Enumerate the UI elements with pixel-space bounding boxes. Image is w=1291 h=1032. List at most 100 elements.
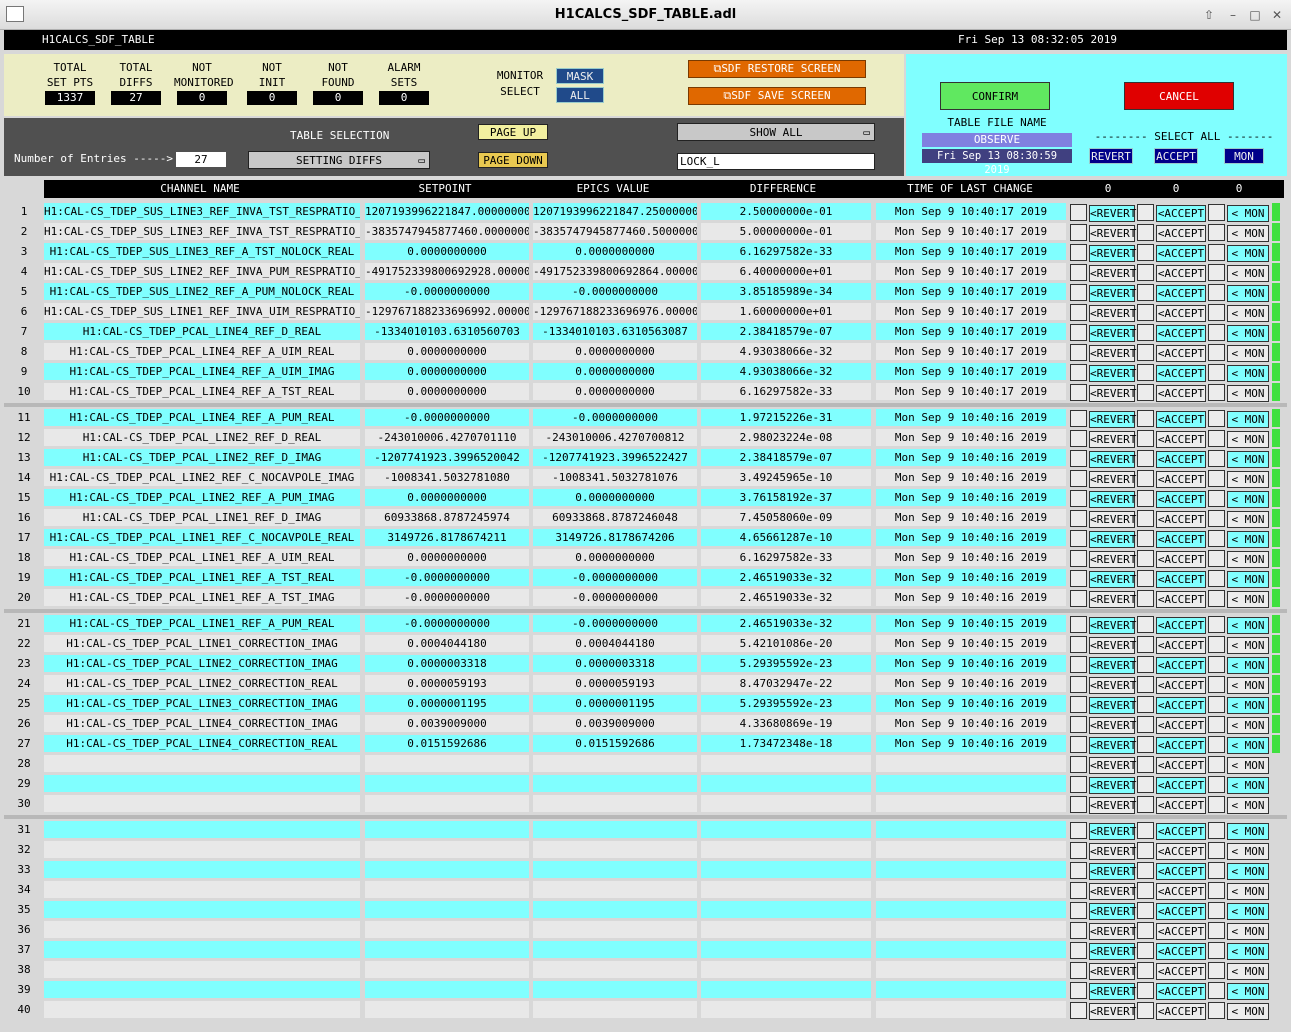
accept-button[interactable]: <ACCEPT: [1156, 617, 1206, 634]
revert-button[interactable]: <REVERT: [1089, 697, 1136, 714]
revert-checkbox[interactable]: [1070, 224, 1087, 241]
accept-button[interactable]: <ACCEPT: [1156, 777, 1206, 794]
accept-button[interactable]: <ACCEPT: [1156, 431, 1206, 448]
mon-button[interactable]: < MON: [1227, 511, 1269, 528]
mon-checkbox[interactable]: [1208, 304, 1225, 321]
revert-button[interactable]: <REVERT: [1089, 225, 1136, 242]
revert-checkbox[interactable]: [1070, 796, 1087, 813]
revert-checkbox[interactable]: [1070, 696, 1087, 713]
revert-button[interactable]: <REVERT: [1089, 843, 1136, 860]
mon-button[interactable]: < MON: [1227, 591, 1269, 608]
shade-window-icon[interactable]: ⇧: [1202, 8, 1216, 22]
mon-checkbox[interactable]: [1208, 470, 1225, 487]
mon-checkbox[interactable]: [1208, 922, 1225, 939]
page-down-button[interactable]: PAGE DOWN: [478, 152, 548, 168]
mon-checkbox[interactable]: [1208, 510, 1225, 527]
revert-button[interactable]: <REVERT: [1089, 591, 1136, 608]
accept-button[interactable]: <ACCEPT: [1156, 245, 1206, 262]
accept-checkbox[interactable]: [1137, 616, 1154, 633]
filter-input[interactable]: LOCK_L: [677, 153, 875, 170]
mon-checkbox[interactable]: [1208, 736, 1225, 753]
accept-checkbox[interactable]: [1137, 822, 1154, 839]
accept-button[interactable]: <ACCEPT: [1156, 677, 1206, 694]
mon-button[interactable]: < MON: [1227, 225, 1269, 242]
revert-button[interactable]: <REVERT: [1089, 491, 1136, 508]
accept-checkbox[interactable]: [1137, 530, 1154, 547]
mon-button[interactable]: < MON: [1227, 923, 1269, 940]
accept-checkbox[interactable]: [1137, 796, 1154, 813]
revert-button[interactable]: <REVERT: [1089, 385, 1136, 402]
revert-checkbox[interactable]: [1070, 942, 1087, 959]
select-all-accept-button[interactable]: ACCEPT: [1154, 148, 1198, 164]
accept-checkbox[interactable]: [1137, 344, 1154, 361]
mon-checkbox[interactable]: [1208, 756, 1225, 773]
mon-checkbox[interactable]: [1208, 450, 1225, 467]
revert-checkbox[interactable]: [1070, 284, 1087, 301]
revert-button[interactable]: <REVERT: [1089, 983, 1136, 1000]
mon-button[interactable]: < MON: [1227, 471, 1269, 488]
maximize-icon[interactable]: □: [1248, 8, 1262, 22]
accept-checkbox[interactable]: [1137, 962, 1154, 979]
mon-button[interactable]: < MON: [1227, 843, 1269, 860]
mon-button[interactable]: < MON: [1227, 411, 1269, 428]
mon-button[interactable]: < MON: [1227, 531, 1269, 548]
accept-button[interactable]: <ACCEPT: [1156, 531, 1206, 548]
accept-button[interactable]: <ACCEPT: [1156, 697, 1206, 714]
all-button[interactable]: ALL: [556, 87, 604, 103]
revert-checkbox[interactable]: [1070, 616, 1087, 633]
revert-checkbox[interactable]: [1070, 490, 1087, 507]
accept-checkbox[interactable]: [1137, 384, 1154, 401]
revert-button[interactable]: <REVERT: [1089, 551, 1136, 568]
mon-button[interactable]: < MON: [1227, 1003, 1269, 1020]
revert-button[interactable]: <REVERT: [1089, 823, 1136, 840]
revert-button[interactable]: <REVERT: [1089, 883, 1136, 900]
revert-button[interactable]: <REVERT: [1089, 411, 1136, 428]
mon-button[interactable]: < MON: [1227, 617, 1269, 634]
revert-button[interactable]: <REVERT: [1089, 285, 1136, 302]
accept-checkbox[interactable]: [1137, 942, 1154, 959]
accept-button[interactable]: <ACCEPT: [1156, 285, 1206, 302]
mon-button[interactable]: < MON: [1227, 963, 1269, 980]
revert-checkbox[interactable]: [1070, 530, 1087, 547]
revert-checkbox[interactable]: [1070, 204, 1087, 221]
close-icon[interactable]: ✕: [1270, 8, 1284, 22]
revert-checkbox[interactable]: [1070, 656, 1087, 673]
mon-button[interactable]: < MON: [1227, 305, 1269, 322]
revert-checkbox[interactable]: [1070, 264, 1087, 281]
mon-checkbox[interactable]: [1208, 530, 1225, 547]
mon-button[interactable]: < MON: [1227, 551, 1269, 568]
mask-button[interactable]: MASK: [556, 68, 604, 84]
accept-button[interactable]: <ACCEPT: [1156, 1003, 1206, 1020]
mon-checkbox[interactable]: [1208, 962, 1225, 979]
mon-button[interactable]: < MON: [1227, 657, 1269, 674]
accept-button[interactable]: <ACCEPT: [1156, 471, 1206, 488]
accept-checkbox[interactable]: [1137, 284, 1154, 301]
revert-checkbox[interactable]: [1070, 862, 1087, 879]
accept-checkbox[interactable]: [1137, 776, 1154, 793]
mon-button[interactable]: < MON: [1227, 285, 1269, 302]
mon-checkbox[interactable]: [1208, 982, 1225, 999]
revert-checkbox[interactable]: [1070, 244, 1087, 261]
revert-checkbox[interactable]: [1070, 410, 1087, 427]
select-all-revert-button[interactable]: REVERT: [1089, 148, 1133, 164]
confirm-button[interactable]: CONFIRM: [940, 82, 1050, 110]
revert-checkbox[interactable]: [1070, 450, 1087, 467]
accept-button[interactable]: <ACCEPT: [1156, 863, 1206, 880]
mon-button[interactable]: < MON: [1227, 637, 1269, 654]
accept-checkbox[interactable]: [1137, 1002, 1154, 1019]
accept-button[interactable]: <ACCEPT: [1156, 551, 1206, 568]
accept-checkbox[interactable]: [1137, 902, 1154, 919]
revert-button[interactable]: <REVERT: [1089, 451, 1136, 468]
accept-checkbox[interactable]: [1137, 304, 1154, 321]
mon-checkbox[interactable]: [1208, 590, 1225, 607]
revert-checkbox[interactable]: [1070, 590, 1087, 607]
mon-checkbox[interactable]: [1208, 204, 1225, 221]
revert-button[interactable]: <REVERT: [1089, 943, 1136, 960]
revert-button[interactable]: <REVERT: [1089, 431, 1136, 448]
accept-button[interactable]: <ACCEPT: [1156, 591, 1206, 608]
mon-checkbox[interactable]: [1208, 384, 1225, 401]
mon-button[interactable]: < MON: [1227, 345, 1269, 362]
revert-checkbox[interactable]: [1070, 982, 1087, 999]
accept-button[interactable]: <ACCEPT: [1156, 571, 1206, 588]
revert-checkbox[interactable]: [1070, 842, 1087, 859]
